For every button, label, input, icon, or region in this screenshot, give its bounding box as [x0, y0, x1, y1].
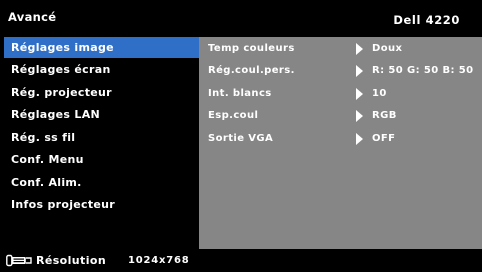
setting-label: Int. blancs: [208, 88, 272, 99]
setting-row-esp-coul[interactable]: Esp.coul RGB: [199, 105, 482, 127]
sidebar-item-reg-projecteur[interactable]: Rég. projecteur: [4, 82, 199, 103]
sidebar-item-conf-menu[interactable]: Conf. Menu: [4, 149, 199, 170]
projector-osd-menu: Avancé Dell 4220 Réglages image Réglages…: [0, 0, 482, 272]
menu-header: Avancé Dell 4220: [4, 2, 478, 35]
setting-value: OFF: [372, 133, 396, 144]
arrow-right-icon: [356, 88, 363, 100]
setting-value: R: 50 G: 50 B: 50: [372, 65, 474, 76]
setting-value: 10: [372, 88, 387, 99]
sidebar-item-infos-projecteur[interactable]: Infos projecteur: [4, 194, 199, 215]
arrow-right-icon: [356, 65, 363, 77]
resolution-value: 1024x768: [128, 255, 190, 266]
settings-panel: Temp couleurs Doux Rég.coul.pers. R: 50 …: [199, 37, 482, 249]
setting-label: Rég.coul.pers.: [208, 65, 295, 76]
setting-value: Doux: [372, 43, 403, 54]
sidebar-item-reglages-ecran[interactable]: Réglages écran: [4, 59, 199, 80]
arrow-right-icon: [356, 43, 363, 55]
setting-label: Sortie VGA: [208, 133, 274, 144]
setting-label: Temp couleurs: [208, 43, 295, 54]
menu-title: Avancé: [8, 10, 57, 24]
sidebar-item-conf-alim[interactable]: Conf. Alim.: [4, 172, 199, 193]
status-bar: Résolution 1024x768: [0, 249, 482, 272]
setting-label: Esp.coul: [208, 110, 259, 121]
sidebar-menu: Réglages image Réglages écran Rég. proje…: [4, 37, 199, 245]
setting-row-sortie-vga[interactable]: Sortie VGA OFF: [199, 128, 482, 150]
setting-row-temp-couleurs[interactable]: Temp couleurs Doux: [199, 38, 482, 60]
setting-row-reg-coul-pers[interactable]: Rég.coul.pers. R: 50 G: 50 B: 50: [199, 60, 482, 82]
arrow-right-icon: [356, 133, 363, 145]
setting-row-int-blancs[interactable]: Int. blancs 10: [199, 83, 482, 105]
sidebar-item-reglages-lan[interactable]: Réglages LAN: [4, 104, 199, 125]
arrow-right-icon: [356, 110, 363, 122]
resolution-label: Résolution: [36, 254, 107, 267]
sidebar-item-reg-ss-fil[interactable]: Rég. ss fil: [4, 127, 199, 148]
sidebar-item-reglages-image[interactable]: Réglages image: [4, 37, 199, 58]
setting-value: RGB: [372, 110, 397, 121]
model-name: Dell 4220: [393, 13, 460, 27]
input-source-icon: [6, 254, 32, 267]
